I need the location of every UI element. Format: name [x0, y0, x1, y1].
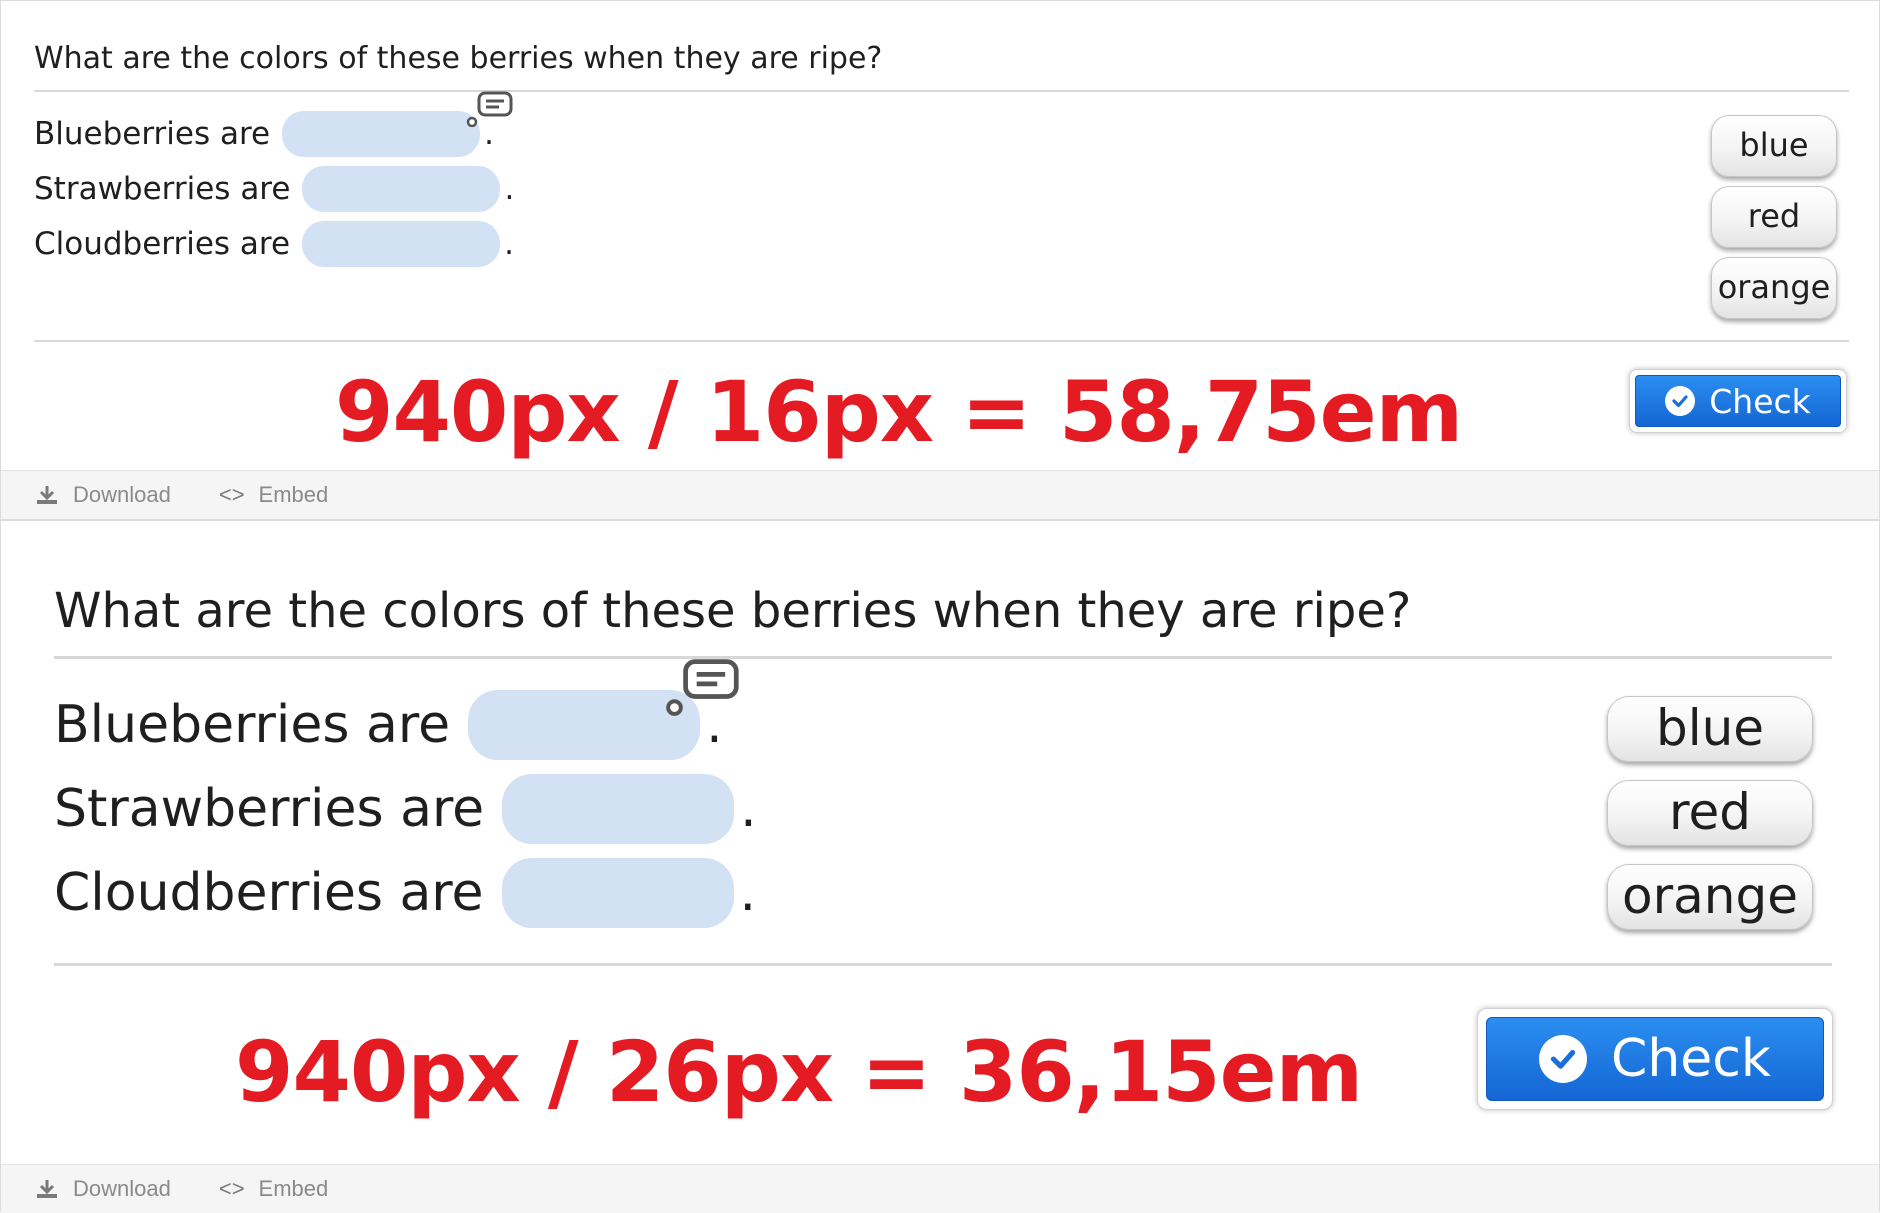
- check-button[interactable]: Check: [1635, 375, 1841, 427]
- sentence-suffix: .: [504, 226, 514, 262]
- sentence-prefix: Strawberries are: [54, 779, 485, 839]
- embed-label: Embed: [258, 1176, 329, 1201]
- sentence-prefix: Cloudberries are: [54, 863, 484, 923]
- embed-link[interactable]: <> Embed: [219, 1176, 328, 1202]
- check-circle-icon: [1665, 386, 1696, 416]
- em-calculation-annotation: 940px / 16px = 58,75em: [335, 363, 1463, 461]
- check-button-frame: Check: [1629, 369, 1847, 433]
- embed-label: Embed: [258, 482, 329, 507]
- sentence-row-blueberries: Blueberries are .: [34, 111, 494, 157]
- sentence-suffix: .: [739, 863, 757, 923]
- sentence-prefix: Blueberries are: [34, 116, 271, 152]
- sentence-prefix: Strawberries are: [34, 171, 291, 207]
- sentence-row-strawberries: Strawberries are .: [34, 166, 514, 212]
- check-button-frame: Check: [1477, 1008, 1833, 1110]
- em-calculation-annotation: 940px / 26px = 36,15em: [235, 1023, 1363, 1121]
- answer-divider: [34, 340, 1849, 342]
- check-button[interactable]: Check: [1486, 1017, 1824, 1101]
- content-footer: Download <> Embed: [1, 1164, 1879, 1213]
- sentence-row-strawberries: Strawberries are .: [54, 774, 757, 844]
- download-label: Download: [73, 482, 171, 507]
- sentence-row-cloudberries: Cloudberries are .: [54, 858, 756, 928]
- comment-icon[interactable]: [665, 658, 741, 716]
- sentence-prefix: Cloudberries are: [34, 226, 291, 262]
- code-icon: <>: [218, 1176, 245, 1201]
- drop-zone-strawberries[interactable]: [502, 774, 735, 844]
- download-icon: [37, 486, 57, 504]
- download-link[interactable]: Download: [35, 482, 171, 508]
- comment-icon[interactable]: [466, 91, 514, 127]
- draggable-option-orange[interactable]: orange: [1711, 257, 1837, 319]
- check-button-label: Check: [1611, 1029, 1771, 1089]
- drop-zone-blueberries[interactable]: [282, 111, 481, 157]
- question-text: What are the colors of these berries whe…: [54, 583, 1412, 639]
- drop-zone-strawberries[interactable]: [302, 166, 501, 212]
- draggable-option-red[interactable]: red: [1607, 780, 1813, 846]
- question-divider: [34, 90, 1849, 92]
- question-divider: [54, 656, 1832, 659]
- drop-zone-cloudberries[interactable]: [302, 221, 501, 267]
- draggable-option-red[interactable]: red: [1711, 186, 1837, 248]
- drop-zone-cloudberries[interactable]: [501, 858, 734, 928]
- quiz-panel-26px: What are the colors of these berries whe…: [0, 520, 1880, 1213]
- download-icon: [37, 1180, 57, 1198]
- code-icon: <>: [218, 482, 245, 507]
- draggable-option-orange[interactable]: orange: [1607, 864, 1813, 930]
- download-link[interactable]: Download: [35, 1176, 171, 1202]
- sentence-prefix: Blueberries are: [54, 695, 451, 755]
- download-label: Download: [73, 1176, 171, 1201]
- sentence-suffix: .: [740, 779, 757, 839]
- question-text: What are the colors of these berries whe…: [34, 41, 883, 76]
- sentence-suffix: .: [504, 171, 515, 207]
- quiz-panel-16px: What are the colors of these berries whe…: [0, 0, 1880, 520]
- sentence-row-cloudberries: Cloudberries are .: [34, 221, 514, 267]
- sentence-row-blueberries: Blueberries are .: [54, 690, 723, 760]
- answer-divider: [54, 963, 1832, 966]
- draggable-option-blue[interactable]: blue: [1711, 115, 1837, 177]
- check-circle-icon: [1539, 1035, 1588, 1083]
- embed-link[interactable]: <> Embed: [219, 482, 328, 508]
- draggable-option-blue[interactable]: blue: [1607, 696, 1813, 762]
- content-footer: Download <> Embed: [1, 470, 1879, 519]
- check-button-label: Check: [1709, 381, 1811, 421]
